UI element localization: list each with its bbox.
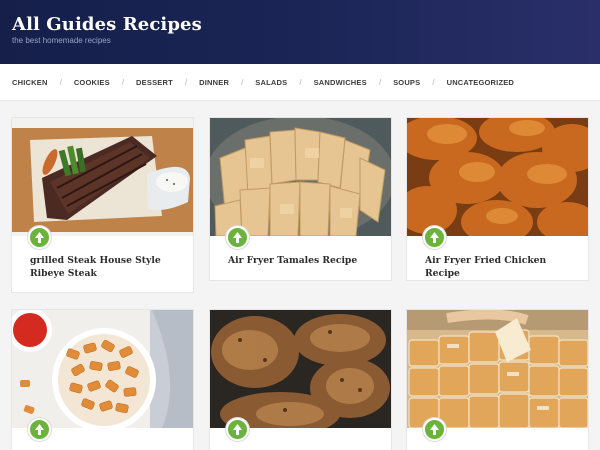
- nav-item-dinner[interactable]: DINNER: [199, 78, 229, 87]
- category-icon: [233, 232, 242, 243]
- site-title[interactable]: All Guides Recipes: [12, 14, 202, 35]
- nav-separator: /: [59, 78, 62, 87]
- recipe-card[interactable]: [407, 310, 588, 450]
- recipe-thumbnail-fried-chicken[interactable]: [407, 118, 588, 236]
- recipe-thumbnail-pork-chops[interactable]: [210, 310, 391, 428]
- site-header: All Guides Recipes the best homemade rec…: [0, 0, 600, 64]
- nav-separator: /: [299, 78, 302, 87]
- category-badge: [28, 226, 51, 249]
- nav-separator: /: [432, 78, 435, 87]
- recipe-card[interactable]: [12, 310, 193, 450]
- recipe-title[interactable]: Air Fryer Fried Chicken Recipe: [425, 254, 578, 280]
- category-icon: [233, 424, 242, 435]
- nav-item-chicken[interactable]: CHICKEN: [12, 78, 48, 87]
- nav-separator: /: [378, 78, 382, 87]
- nav-item-cookies[interactable]: COOKIES: [74, 78, 110, 87]
- nav-separator: /: [241, 78, 244, 87]
- category-badge: [423, 226, 446, 249]
- category-badge: [226, 418, 249, 441]
- recipe-title[interactable]: grilled Steak House Style Ribeye Steak: [30, 254, 183, 280]
- recipe-thumbnail-steak[interactable]: [12, 118, 193, 236]
- nav-item-dessert[interactable]: DESSERT: [136, 78, 173, 87]
- recipe-title[interactable]: Air Fryer Tamales Recipe: [228, 254, 381, 267]
- category-badge: [226, 226, 249, 249]
- nav-separator: /: [184, 78, 188, 87]
- site-tagline: the best homemade recipes: [12, 36, 111, 45]
- category-icon: [430, 424, 439, 435]
- category-nav: CHICKEN / COOKIES / DESSERT / DINNER / S…: [0, 64, 600, 101]
- recipe-card[interactable]: Air Fryer Tamales Recipe: [210, 118, 391, 280]
- category-badge: [423, 418, 446, 441]
- nav-item-sandwiches[interactable]: SANDWICHES: [314, 78, 367, 87]
- category-nav-list: CHICKEN / COOKIES / DESSERT / DINNER / S…: [12, 78, 514, 87]
- category-icon: [430, 232, 439, 243]
- recipe-card[interactable]: grilled Steak House Style Ribeye Steak: [12, 118, 193, 292]
- recipe-card[interactable]: [210, 310, 391, 450]
- category-icon: [35, 232, 44, 243]
- nav-separator: /: [121, 78, 125, 87]
- category-icon: [35, 424, 44, 435]
- recipe-thumbnail-tamales[interactable]: [210, 118, 391, 236]
- recipe-thumbnail-pasta[interactable]: [12, 310, 193, 428]
- nav-item-salads[interactable]: SALADS: [255, 78, 287, 87]
- recipe-thumbnail-bread[interactable]: [407, 310, 588, 428]
- category-badge: [28, 418, 51, 441]
- recipe-card[interactable]: Air Fryer Fried Chicken Recipe: [407, 118, 588, 280]
- nav-item-uncategorized[interactable]: UNCATEGORIZED: [447, 78, 514, 87]
- nav-item-soups[interactable]: SOUPS: [393, 78, 420, 87]
